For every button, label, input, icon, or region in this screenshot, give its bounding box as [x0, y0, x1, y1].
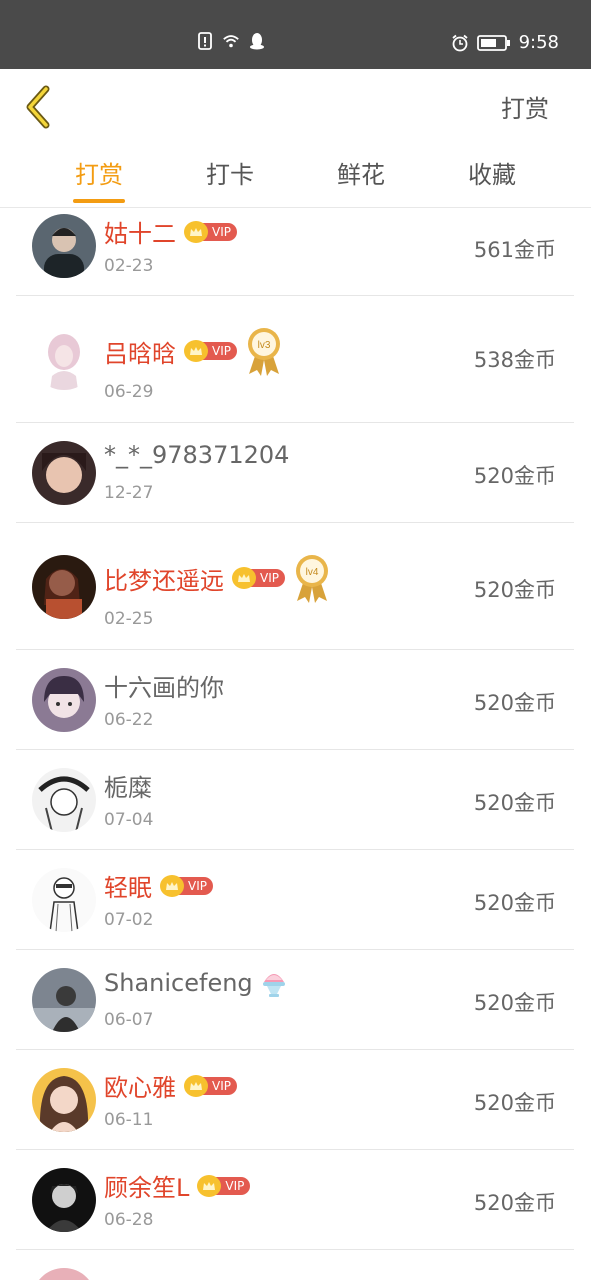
crown-icon	[184, 220, 208, 243]
user-name[interactable]: 比梦还遥远	[104, 561, 224, 596]
avatar	[32, 968, 96, 1032]
vip-badge: VIP	[184, 220, 237, 243]
list-item[interactable]: 顾余笙L VIP 06-28 520金币	[16, 1150, 574, 1250]
name-line: 顾余笙L VIP	[104, 1168, 251, 1203]
crown-icon	[197, 1174, 222, 1197]
list-item[interactable]: 比梦还遥远 VIP lv4 02-25 520金币	[16, 523, 574, 650]
active-tab-indicator	[73, 199, 125, 203]
vip-badge: VIP	[184, 340, 237, 362]
tab-favorites[interactable]: 收藏	[442, 155, 542, 190]
medal-level-text: lv4	[306, 567, 319, 578]
list-item[interactable]: *_*_978371204 12-27 520金币	[16, 423, 574, 523]
name-line: 十六画的你	[104, 668, 224, 703]
avatar	[32, 768, 96, 832]
battery-icon	[476, 34, 510, 51]
avatar	[32, 555, 96, 619]
crown-icon	[184, 1074, 208, 1097]
list-item[interactable]: 姑十二 VIP 02-23 561金币	[16, 208, 574, 296]
crown-icon	[232, 567, 256, 589]
coin-amount: 538金币	[473, 348, 556, 372]
crown-icon	[184, 340, 208, 362]
coin-amount: 561金币	[473, 238, 556, 262]
tab-bar: 打赏 打卡 鲜花 收藏	[0, 141, 591, 208]
coin-amount: 520金币	[473, 791, 556, 815]
user-name[interactable]: 栀糜	[104, 768, 152, 803]
level-medal-icon: lv4	[295, 555, 328, 603]
reward-date: 06-22	[104, 710, 154, 730]
level-medal-icon: lv3	[247, 328, 280, 376]
coin-amount: 520金币	[473, 1091, 556, 1115]
reward-date: 02-23	[104, 256, 154, 276]
list-item[interactable]: 吕晗晗 VIP lv3 06-29 538金币	[16, 296, 574, 423]
status-time: 9:58	[518, 32, 559, 53]
tab-checkin[interactable]: 打卡	[180, 155, 280, 190]
avatar	[32, 868, 96, 932]
list-item[interactable]: 十六画的你 06-22 520金币	[16, 650, 574, 750]
shaved-ice-icon	[262, 974, 285, 997]
coin-amount: 520金币	[473, 1191, 556, 1215]
vip-badge: VIP	[184, 1074, 237, 1097]
back-arrow-icon	[26, 85, 50, 129]
user-name[interactable]: 十六画的你	[104, 668, 224, 703]
name-line: 姑十二 VIP	[104, 214, 237, 249]
avatar	[32, 214, 96, 278]
list-item[interactable]: 栀糜 07-04 520金币	[16, 750, 574, 850]
name-line: *_*_978371204	[104, 441, 289, 469]
user-name[interactable]: Shanicefeng	[104, 969, 253, 997]
name-line: Shanicefeng	[104, 968, 287, 998]
list-item[interactable]: 轻眠 VIP 07-02 520金币	[16, 850, 574, 950]
reward-list[interactable]: 姑十二 VIP 02-23 561金币 吕晗晗 VIP lv3 06-29 53…	[0, 208, 591, 1280]
avatar	[32, 1068, 96, 1132]
avatar	[32, 1268, 96, 1280]
medal-level-text: lv3	[258, 340, 271, 351]
user-name[interactable]: *_*_978371204	[104, 441, 289, 469]
list-item[interactable]: Shanicefeng 06-07 520金币	[16, 950, 574, 1050]
reward-date: 07-02	[104, 910, 154, 930]
vip-badge: VIP	[232, 567, 285, 589]
status-right: 9:58	[451, 32, 559, 53]
reward-date: 06-07	[104, 1010, 154, 1030]
user-name[interactable]: 轻眠	[104, 868, 152, 903]
status-left-icons	[196, 32, 266, 50]
name-line: 比梦还遥远 VIP lv4	[104, 553, 331, 603]
coin-amount: 520金币	[473, 691, 556, 715]
name-line: 欧心雅 VIP	[104, 1068, 237, 1103]
reward-date: 07-04	[104, 810, 154, 830]
coin-amount: 520金币	[473, 578, 556, 602]
qq-icon	[250, 33, 264, 50]
sim-alert-icon	[198, 32, 212, 50]
list-item-partial[interactable]	[16, 1250, 574, 1280]
crown-icon	[160, 874, 184, 897]
avatar	[32, 441, 96, 505]
reward-date: 06-28	[104, 1210, 154, 1230]
coin-amount: 520金币	[473, 991, 556, 1015]
status-bar: 9:58	[0, 0, 591, 69]
reward-date: 06-11	[104, 1110, 154, 1130]
vip-badge: VIP	[197, 1174, 251, 1197]
user-name[interactable]: 欧心雅	[104, 1068, 176, 1103]
user-name[interactable]: 姑十二	[104, 214, 176, 249]
back-button[interactable]	[18, 81, 62, 129]
tab-flowers[interactable]: 鲜花	[311, 155, 411, 190]
name-line: 吕晗晗 VIP lv3	[104, 326, 283, 376]
name-line: 轻眠 VIP	[104, 868, 213, 903]
nav-bar: 打赏	[0, 69, 591, 141]
avatar	[32, 1168, 96, 1232]
tab-reward[interactable]: 打赏	[49, 155, 149, 190]
coin-amount: 520金币	[473, 464, 556, 488]
coin-amount: 520金币	[473, 891, 556, 915]
reward-date: 02-25	[104, 609, 154, 629]
list-item[interactable]: 欧心雅 VIP 06-11 520金币	[16, 1050, 574, 1150]
avatar	[32, 326, 96, 390]
wifi-icon	[223, 35, 239, 48]
reward-date: 12-27	[104, 483, 154, 503]
reward-date: 06-29	[104, 382, 154, 402]
reward-action-button[interactable]: 打赏	[501, 89, 549, 124]
alarm-icon	[452, 34, 468, 51]
name-line: 栀糜	[104, 768, 152, 803]
avatar	[32, 668, 96, 732]
user-name[interactable]: 吕晗晗	[104, 334, 176, 369]
user-name[interactable]: 顾余笙L	[104, 1168, 189, 1203]
vip-badge: VIP	[160, 874, 213, 897]
